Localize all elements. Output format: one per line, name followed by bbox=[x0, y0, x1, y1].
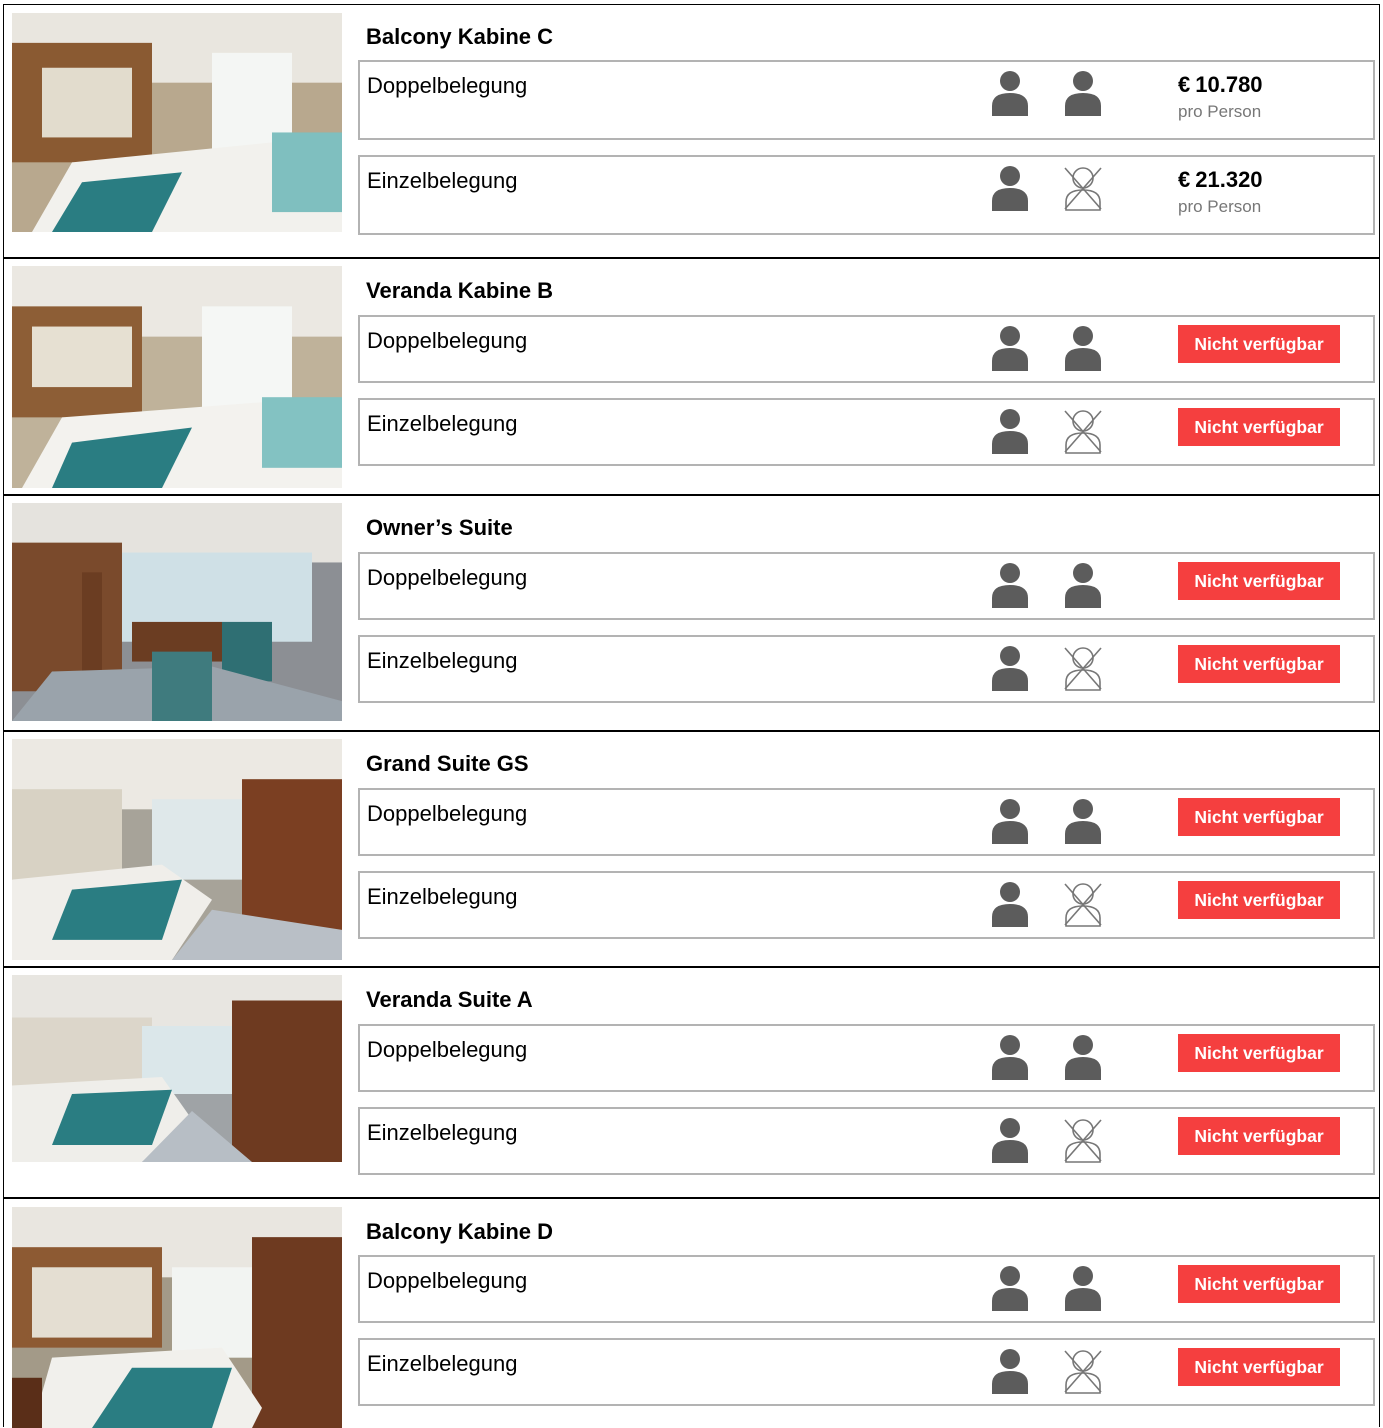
unavailable-badge[interactable]: Nicht verfügbar bbox=[1178, 408, 1340, 446]
unavailable-badge[interactable]: Nicht verfügbar bbox=[1178, 1117, 1340, 1155]
occupancy-row-single[interactable]: Einzelbelegung Nicht verfügbar bbox=[358, 1338, 1375, 1406]
cabin-photo[interactable] bbox=[12, 13, 342, 232]
unavailable-badge[interactable]: Nicht verfügbar bbox=[1178, 798, 1340, 836]
occupancy-row-double[interactable]: Doppelbelegung Nicht verfügbar bbox=[358, 552, 1375, 620]
occupancy-label: Einzelbelegung bbox=[367, 1351, 518, 1376]
price-block: €21.320 pro Person bbox=[1178, 166, 1263, 218]
cabin-name: Owner’s Suite bbox=[366, 515, 513, 540]
unavailable-badge[interactable]: Nicht verfügbar bbox=[1178, 1265, 1340, 1303]
person-crossed-icon bbox=[1063, 645, 1103, 691]
unavailable-badge[interactable]: Nicht verfügbar bbox=[1178, 562, 1340, 600]
cabin-photo[interactable] bbox=[12, 503, 342, 721]
price-amount: €10.780 bbox=[1178, 71, 1263, 99]
person-icon bbox=[1063, 70, 1103, 116]
occupancy-label: Doppelbelegung bbox=[367, 73, 528, 98]
occupancy-row-single[interactable]: Einzelbelegung Nicht verfügbar bbox=[358, 635, 1375, 703]
unavailable-badge[interactable]: Nicht verfügbar bbox=[1178, 1348, 1340, 1386]
person-icon bbox=[1063, 325, 1103, 371]
person-crossed-icon bbox=[1063, 1117, 1103, 1163]
price-value: 21.320 bbox=[1195, 167, 1263, 192]
price-unit: pro Person bbox=[1178, 102, 1262, 121]
occupancy-label: Doppelbelegung bbox=[367, 1037, 528, 1062]
person-icon bbox=[990, 1265, 1030, 1311]
occupancy-row-double[interactable]: Doppelbelegung Nicht verfügbar bbox=[358, 1255, 1375, 1323]
cabin-name: Balcony Kabine D bbox=[366, 1219, 554, 1244]
currency-symbol: € bbox=[1178, 167, 1191, 192]
person-crossed-icon bbox=[1063, 408, 1103, 454]
cabin-name: Veranda Kabine B bbox=[366, 278, 554, 303]
cabin-photo[interactable] bbox=[12, 975, 342, 1162]
unavailable-badge[interactable]: Nicht verfügbar bbox=[1178, 645, 1340, 683]
person-crossed-icon bbox=[1063, 1348, 1103, 1394]
person-icon bbox=[990, 408, 1030, 454]
cabin-card: Balcony Kabine D Doppelbelegung Nicht ve… bbox=[3, 1198, 1380, 1428]
person-crossed-icon bbox=[1063, 881, 1103, 927]
cabin-card: Owner’s Suite Doppelbelegung Nicht verfü… bbox=[3, 495, 1380, 731]
currency-symbol: € bbox=[1178, 72, 1191, 97]
unavailable-badge[interactable]: Nicht verfügbar bbox=[1178, 1034, 1340, 1072]
cabin-name: Grand Suite GS bbox=[366, 751, 529, 776]
person-icon bbox=[1063, 798, 1103, 844]
occupancy-label: Einzelbelegung bbox=[367, 411, 518, 436]
cabin-name: Veranda Suite A bbox=[366, 987, 533, 1012]
cabin-photo[interactable] bbox=[12, 1207, 342, 1428]
person-icon bbox=[990, 562, 1030, 608]
occupancy-label: Einzelbelegung bbox=[367, 648, 518, 673]
occupancy-label: Einzelbelegung bbox=[367, 884, 518, 909]
cabin-photo[interactable] bbox=[12, 739, 342, 960]
person-icon bbox=[990, 165, 1030, 211]
price-value: 10.780 bbox=[1195, 72, 1263, 97]
occupancy-label: Einzelbelegung bbox=[367, 168, 518, 193]
occupancy-row-double[interactable]: Doppelbelegung €10.780 pro Person bbox=[358, 60, 1375, 140]
cabin-card: Veranda Kabine B Doppelbelegung Nicht ve… bbox=[3, 258, 1380, 495]
person-icon bbox=[990, 70, 1030, 116]
person-icon bbox=[1063, 562, 1103, 608]
occupancy-label: Doppelbelegung bbox=[367, 1268, 528, 1293]
occupancy-row-double[interactable]: Doppelbelegung Nicht verfügbar bbox=[358, 788, 1375, 856]
occupancy-label: Doppelbelegung bbox=[367, 565, 528, 590]
price-block: €10.780 pro Person bbox=[1178, 71, 1263, 123]
price-amount: €21.320 bbox=[1178, 166, 1263, 194]
person-icon bbox=[990, 1117, 1030, 1163]
person-icon bbox=[990, 645, 1030, 691]
occupancy-row-double[interactable]: Doppelbelegung Nicht verfügbar bbox=[358, 1024, 1375, 1092]
person-icon bbox=[990, 325, 1030, 371]
occupancy-row-single[interactable]: Einzelbelegung Nicht verfügbar bbox=[358, 398, 1375, 466]
unavailable-badge[interactable]: Nicht verfügbar bbox=[1178, 881, 1340, 919]
person-icon bbox=[990, 881, 1030, 927]
cabin-photo[interactable] bbox=[12, 266, 342, 488]
occupancy-label: Doppelbelegung bbox=[367, 328, 528, 353]
occupancy-row-single[interactable]: Einzelbelegung €21.320 pro Person bbox=[358, 155, 1375, 235]
occupancy-label: Einzelbelegung bbox=[367, 1120, 518, 1145]
person-icon bbox=[990, 1034, 1030, 1080]
person-icon bbox=[1063, 1034, 1103, 1080]
occupancy-row-double[interactable]: Doppelbelegung Nicht verfügbar bbox=[358, 315, 1375, 383]
occupancy-row-single[interactable]: Einzelbelegung Nicht verfügbar bbox=[358, 1107, 1375, 1175]
occupancy-label: Doppelbelegung bbox=[367, 801, 528, 826]
unavailable-badge[interactable]: Nicht verfügbar bbox=[1178, 325, 1340, 363]
person-crossed-icon bbox=[1063, 165, 1103, 211]
cabin-name: Balcony Kabine C bbox=[366, 24, 554, 49]
person-icon bbox=[990, 798, 1030, 844]
cabin-card: Veranda Suite A Doppelbelegung Nicht ver… bbox=[3, 967, 1380, 1198]
price-unit: pro Person bbox=[1178, 197, 1262, 216]
cabin-card: Grand Suite GS Doppelbelegung Nicht verf… bbox=[3, 731, 1380, 967]
person-icon bbox=[1063, 1265, 1103, 1311]
person-icon bbox=[990, 1348, 1030, 1394]
cabin-card: Balcony Kabine C Doppelbelegung €10.780 … bbox=[3, 4, 1380, 258]
occupancy-row-single[interactable]: Einzelbelegung Nicht verfügbar bbox=[358, 871, 1375, 939]
